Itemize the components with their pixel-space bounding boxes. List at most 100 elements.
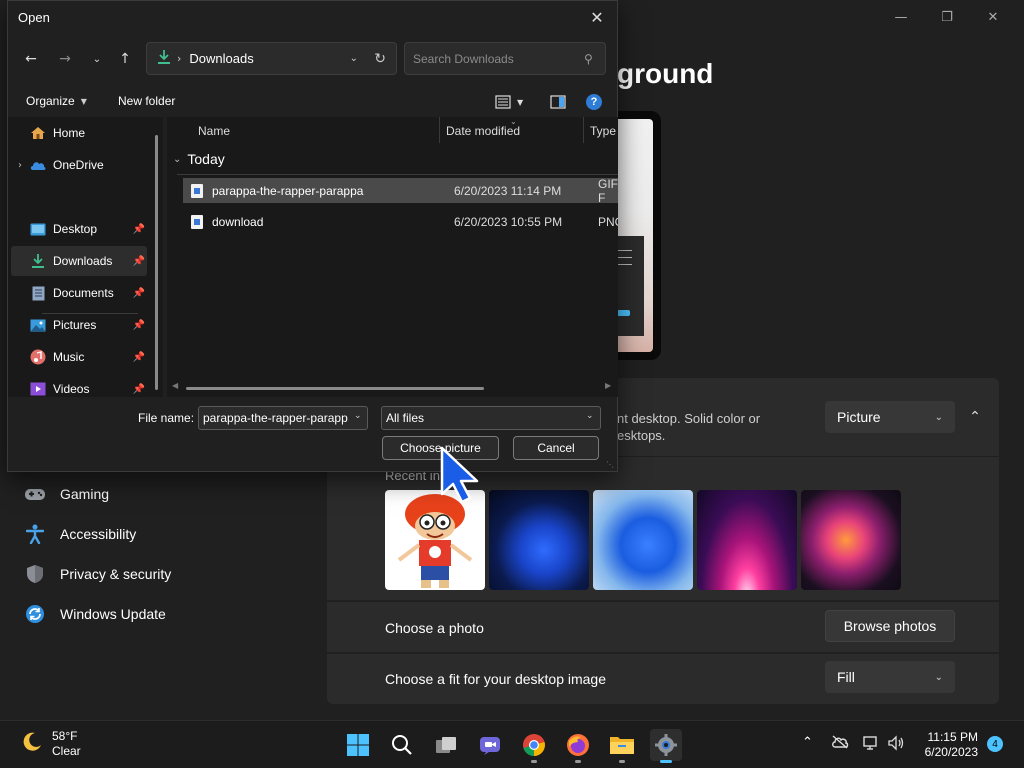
file-row[interactable]: download 6/20/2023 10:55 PM PNG <box>183 209 618 234</box>
nav-item-windows-update[interactable]: Windows Update <box>24 603 166 625</box>
back-arrow-icon[interactable]: ← <box>20 48 42 70</box>
chevron-down-icon: ⌄ <box>934 671 943 683</box>
chevron-down-icon[interactable]: ⌄ <box>586 411 594 421</box>
volume-icon[interactable] <box>887 735 905 755</box>
up-arrow-icon[interactable]: ↑ <box>114 48 136 70</box>
recent-image-sunrise[interactable] <box>697 490 797 590</box>
column-header-date[interactable]: Date modified <box>446 124 520 138</box>
choose-photo-label: Choose a photo <box>385 620 484 636</box>
resize-grip-icon[interactable]: ⋱ <box>606 460 614 469</box>
chevron-up-icon[interactable]: ⌃ <box>802 735 813 750</box>
mouse-pointer-icon <box>440 446 479 504</box>
weather-widget[interactable]: 58°F Clear <box>20 729 81 759</box>
sidebar-item-downloads[interactable]: Downloads 📌 <box>11 246 147 276</box>
file-explorer-icon[interactable] <box>606 729 638 763</box>
nav-item-gaming[interactable]: Gaming <box>24 483 109 505</box>
sidebar-item-videos[interactable]: Videos 📌 <box>11 374 147 397</box>
chevron-down-icon: ▼ <box>80 96 87 106</box>
horizontal-scrollbar[interactable] <box>186 387 484 390</box>
recent-image-bloom-dark[interactable] <box>489 490 589 590</box>
window-controls: — ❐ ✕ <box>878 6 1016 28</box>
page-title: ground <box>617 58 714 89</box>
image-file-icon <box>191 214 203 229</box>
help-icon[interactable]: ? <box>586 94 602 110</box>
file-list: Name ⌄ Date modified Type ⌄ Today parapp… <box>167 117 618 397</box>
cloud-offline-icon[interactable] <box>831 735 849 753</box>
task-view-icon[interactable] <box>430 729 462 761</box>
new-folder-button[interactable]: New folder <box>118 94 175 108</box>
gaming-icon <box>24 483 46 505</box>
file-name-input[interactable]: parappa-the-rapper-parapp <box>198 406 368 430</box>
column-header-name[interactable]: Name <box>198 124 230 138</box>
search-icon: ⚲ <box>584 52 593 66</box>
firefox-icon[interactable] <box>562 729 594 763</box>
pin-icon: 📌 <box>132 255 145 267</box>
chevron-down-icon[interactable]: ⌄ <box>354 411 362 421</box>
sidebar-item-label: Videos <box>53 382 90 396</box>
group-header-today[interactable]: ⌄ Today <box>173 151 225 167</box>
sidebar-item-documents[interactable]: Documents 📌 <box>11 278 147 308</box>
system-clock[interactable]: 11:15 PM 6/20/2023 <box>920 730 978 760</box>
address-bar[interactable]: › Downloads ⌄ ↻ <box>146 42 397 75</box>
file-type-select[interactable]: All files <box>381 406 601 430</box>
view-options-icon[interactable]: ▼ <box>495 93 523 111</box>
search-input[interactable]: Search Downloads <box>404 42 606 75</box>
moon-icon <box>20 730 44 759</box>
organize-button[interactable]: Organize ▼ <box>26 94 87 108</box>
chevron-down-icon: ⌄ <box>934 411 943 423</box>
refresh-icon[interactable]: ↻ <box>374 51 386 67</box>
chevron-down-icon[interactable]: ⌄ <box>350 53 358 64</box>
cancel-button[interactable]: Cancel <box>513 436 599 460</box>
background-type-dropdown[interactable]: Picture ⌄ <box>825 401 955 433</box>
sidebar-item-music[interactable]: Music 📌 <box>11 342 147 372</box>
recent-image-bloom-light[interactable] <box>593 490 693 590</box>
nav-label: Accessibility <box>60 526 137 542</box>
documents-icon <box>29 285 47 301</box>
navigation-pane: Home › OneDrive Desktop 📌 Downloads 📌 Do… <box>8 117 163 397</box>
notification-badge[interactable]: 4 <box>987 736 1003 752</box>
dialog-title: Open <box>18 10 50 25</box>
maximize-icon[interactable]: ❐ <box>924 6 970 28</box>
open-file-dialog: Open ✕ ← → ⌄ ↑ › Downloads ⌄ ↻ Search Do… <box>7 0 618 472</box>
forward-arrow-icon[interactable]: → <box>54 48 76 70</box>
close-icon[interactable]: ✕ <box>970 6 1016 28</box>
chevron-right-icon[interactable]: › <box>11 160 29 171</box>
nav-item-accessibility[interactable]: Accessibility <box>24 523 136 545</box>
teams-chat-icon[interactable] <box>474 729 506 761</box>
network-icon[interactable] <box>863 735 879 755</box>
music-icon <box>29 349 47 365</box>
scroll-right-icon[interactable]: ▶ <box>605 381 611 390</box>
nav-item-privacy[interactable]: Privacy & security <box>24 563 171 585</box>
chrome-icon[interactable] <box>518 729 550 763</box>
sidebar-item-pictures[interactable]: Pictures 📌 <box>11 310 147 340</box>
scroll-left-icon[interactable]: ◀ <box>172 381 178 390</box>
accessibility-icon <box>24 523 46 545</box>
settings-icon[interactable] <box>650 729 682 763</box>
sidebar-item-label: Music <box>53 350 85 364</box>
chevron-up-icon[interactable]: ⌃ <box>960 405 990 429</box>
file-row[interactable]: parappa-the-rapper-parappa 6/20/2023 11:… <box>183 177 618 205</box>
recent-locations-chevron-icon[interactable]: ⌄ <box>86 48 108 70</box>
sidebar-scrollbar[interactable] <box>155 135 158 390</box>
nav-label: Gaming <box>60 486 110 502</box>
recent-image-parappa[interactable] <box>385 490 485 590</box>
browse-photos-button[interactable]: Browse photos <box>825 610 955 642</box>
sidebar-item-onedrive[interactable]: › OneDrive <box>11 150 147 180</box>
sidebar-item-desktop[interactable]: Desktop 📌 <box>11 214 147 244</box>
sidebar-item-label: Home <box>53 126 86 140</box>
fit-dropdown[interactable]: Fill ⌄ <box>825 661 955 693</box>
windows-start-icon[interactable] <box>342 729 374 761</box>
nav-label: Privacy & security <box>60 566 172 582</box>
preview-pane-icon[interactable] <box>550 93 566 111</box>
sidebar-item-label: Documents <box>53 286 114 300</box>
minimize-icon[interactable]: — <box>878 6 924 28</box>
recent-image-flow[interactable] <box>801 490 901 590</box>
chevron-down-icon: ▼ <box>517 97 524 107</box>
sidebar-item-home[interactable]: Home <box>11 118 147 148</box>
pin-icon: 📌 <box>132 319 145 331</box>
column-header-type[interactable]: Type <box>590 124 616 138</box>
downloads-icon <box>157 49 171 68</box>
search-icon[interactable] <box>386 729 418 761</box>
close-icon[interactable]: ✕ <box>585 5 609 29</box>
videos-icon <box>29 381 47 397</box>
